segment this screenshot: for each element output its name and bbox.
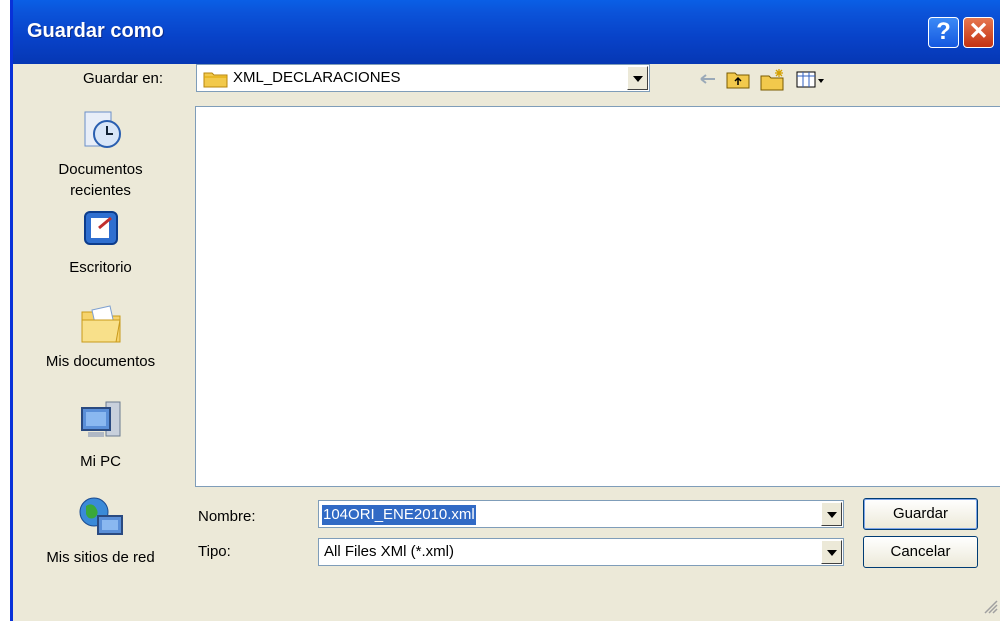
help-button[interactable]: ? [928,17,959,48]
my-documents-icon [76,305,126,350]
place-label: Documentos [58,161,143,178]
place-label: Mis sitios de red [46,549,155,566]
save-in-folder-name: XML_DECLARACIONES [233,69,401,86]
filetype-dropdown-arrow[interactable] [821,540,842,564]
folder-icon [203,70,229,93]
new-folder-icon[interactable] [759,68,787,97]
window-title: Guardar como [27,20,164,42]
filename-dropdown-arrow[interactable] [821,502,842,526]
save-in-dropdown-arrow[interactable] [627,66,648,90]
view-menu-icon[interactable] [795,68,825,95]
cancel-button[interactable]: Cancelar [863,536,978,568]
filetype-dropdown[interactable]: All Files XMl (*.xml) [318,538,844,566]
place-desktop[interactable]: Escritorio [13,206,188,278]
filetype-value: All Files XMl (*.xml) [324,543,454,560]
save-in-label: Guardar en: [83,70,164,87]
place-label: Mi PC [80,453,121,470]
filename-field[interactable]: 104ORI_ENE2010.xml [318,500,844,528]
place-recent-documents[interactable]: Documentos recientes [13,106,188,201]
up-folder-icon[interactable] [725,68,751,95]
desktop-icon [77,211,125,256]
place-label-line2: recientes [70,182,131,199]
network-places-icon [76,497,126,546]
place-network-places[interactable]: Mis sitios de red [13,494,188,568]
place-my-documents[interactable]: Mis documentos [13,302,188,372]
title-bar[interactable]: Guardar como ? ✕ [13,0,1000,64]
filename-label: Nombre: [198,508,256,525]
resize-grip-icon[interactable] [982,598,998,619]
place-my-computer[interactable]: Mi PC [13,398,188,472]
place-label: Mis documentos [45,353,156,370]
my-computer-icon [76,401,126,450]
save-in-dropdown[interactable]: XML_DECLARACIONES [196,64,650,92]
back-arrow-icon[interactable] [697,68,719,95]
recent-documents-icon [77,111,125,158]
save-button[interactable]: Guardar [863,498,978,530]
file-list[interactable] [195,106,1000,487]
place-label: Escritorio [69,259,132,276]
save-as-dialog: Guardar como ? ✕ Guardar en: XML_DECLARA… [10,0,1000,621]
close-button[interactable]: ✕ [963,17,994,48]
filename-value: 104ORI_ENE2010.xml [322,505,476,525]
filetype-label: Tipo: [198,543,231,560]
